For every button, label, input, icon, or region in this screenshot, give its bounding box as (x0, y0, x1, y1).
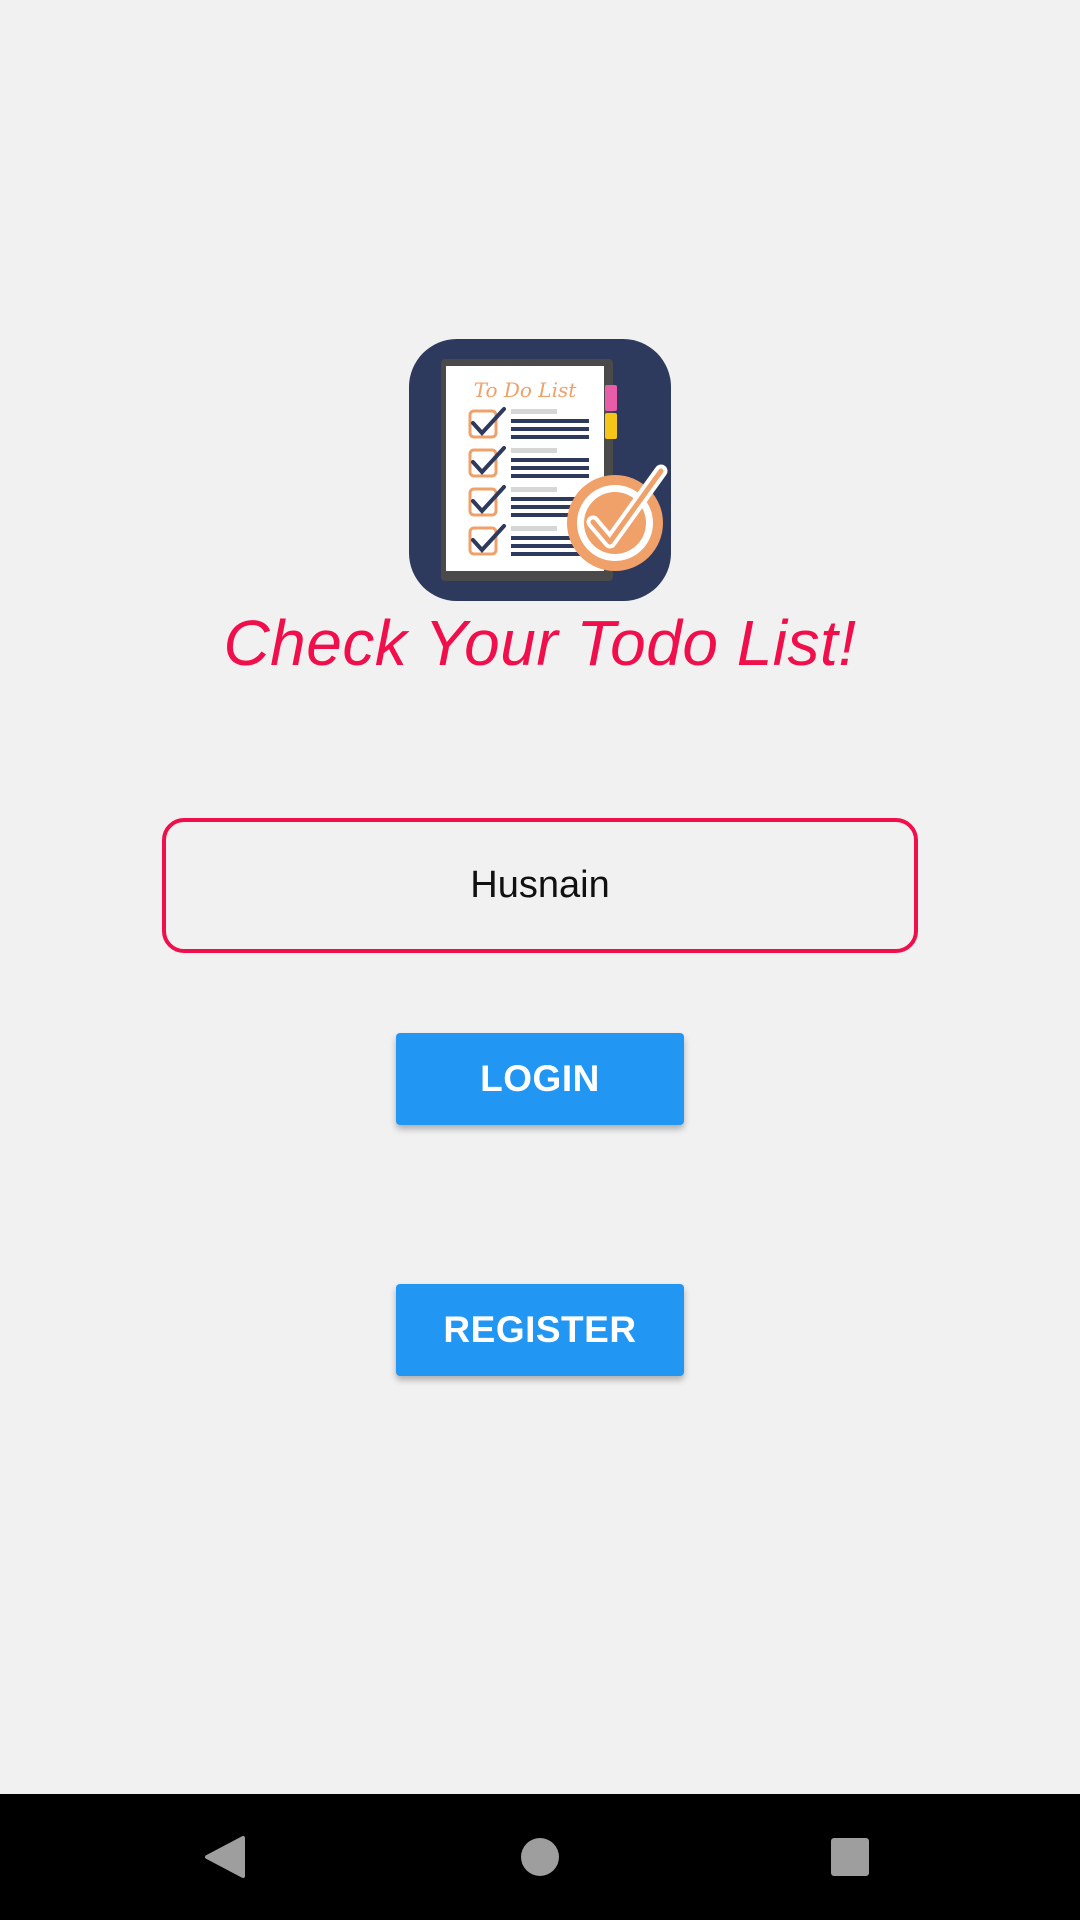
nav-recents-button[interactable] (790, 1794, 910, 1920)
register-button[interactable]: REGISTER (396, 1284, 684, 1376)
app-headline: Check Your Todo List! (223, 607, 857, 679)
login-button[interactable]: LOGIN (396, 1033, 684, 1125)
username-input[interactable] (162, 818, 918, 953)
triangle-back-icon (205, 1836, 245, 1878)
login-screen: To Do List Check Your Todo List! Husnain… (0, 0, 1080, 1920)
nav-home-button[interactable] (480, 1794, 600, 1920)
system-navigation-bar (0, 1794, 1080, 1920)
logo-caption: To Do List (474, 378, 578, 402)
todo-list-app-logo: To Do List (409, 339, 671, 601)
clipboard-checklist-icon: To Do List (409, 339, 671, 601)
square-recents-icon (831, 1838, 869, 1876)
circle-home-icon (521, 1838, 559, 1876)
nav-back-button[interactable] (165, 1794, 285, 1920)
